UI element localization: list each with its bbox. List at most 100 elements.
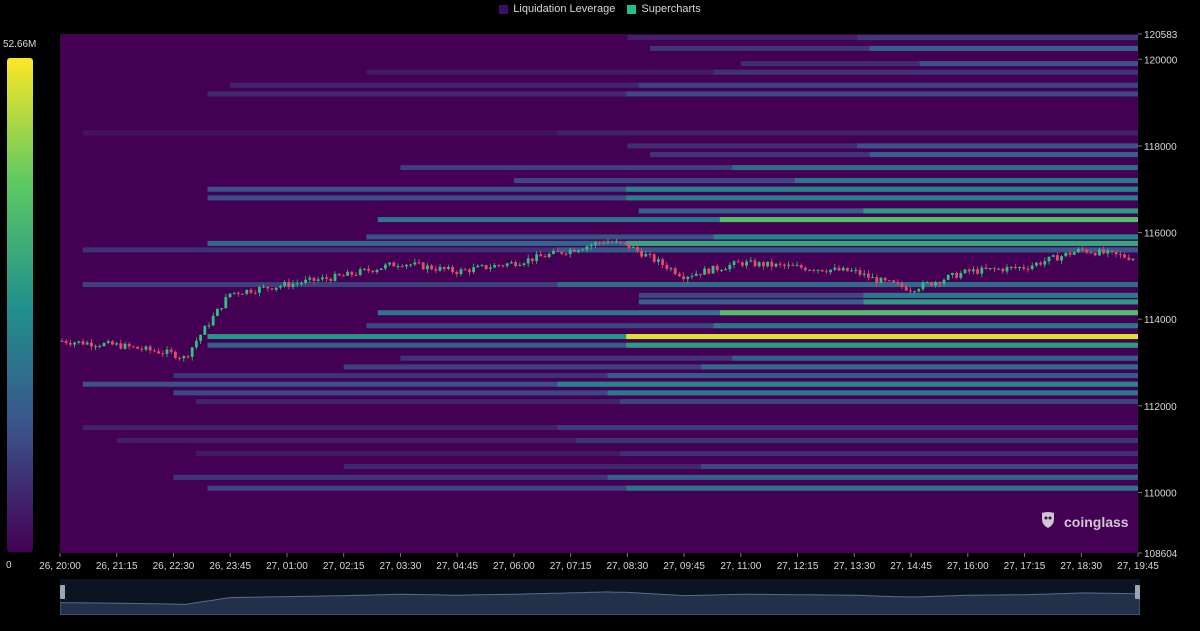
candle-body [148,346,152,351]
candle-body [405,264,408,267]
candle-body [938,282,942,284]
navigator-left-handle[interactable] [60,585,65,599]
candle-body [1089,252,1093,254]
candle-body [1043,261,1047,265]
watermark-text: coinglass [1064,513,1129,530]
y-axis-tick-label: 116000 [1144,229,1177,240]
candle-body [657,259,660,262]
candle-body [610,242,614,244]
candle-body [972,269,975,272]
candle-body [699,273,702,275]
candle-body [409,264,412,266]
candle-body [484,265,488,269]
candle-body [783,264,786,266]
candle-body [342,275,345,277]
candle-body [1005,267,1009,272]
candle-body [1123,254,1126,258]
candle-body [123,343,127,349]
candle-body [480,265,484,267]
candle-body [140,348,144,350]
candle-body [925,282,929,284]
candle-body [715,265,719,271]
candle-body [165,349,169,354]
candle-body [984,267,988,269]
candle-body [379,268,383,270]
x-axis-tick-label: 27, 02:15 [323,561,365,572]
colorbar-gradient [7,58,33,552]
candle-body [497,265,501,267]
y-axis-tick-label: 108604 [1144,549,1178,560]
candle-body [245,289,249,294]
candle-body [669,268,673,270]
candle-body [64,341,68,344]
candle-body [1081,248,1084,250]
heatmap-band-intense [732,355,1138,361]
candle-body [724,269,727,271]
colorbar-min-label: 0 [6,560,12,571]
liquidation-heatmap-chart[interactable]: 52.66M 0 1205831200001180001160001140001… [0,0,1200,631]
candle-body [1060,256,1063,261]
candle-body [636,247,639,251]
candle-body [816,269,820,271]
candle-body [862,273,866,275]
candle-body [694,273,698,276]
time-range-navigator[interactable] [60,579,1140,615]
candle-body [321,277,324,280]
candle-body [883,277,887,281]
candle-body [623,242,627,244]
candle-body [1047,256,1051,262]
candle-body [283,282,286,286]
x-axis-tick-label: 27, 11:00 [720,561,761,572]
candle-body [115,343,118,345]
candle-body [909,290,912,292]
heatmap-band-intense [869,45,1138,51]
y-axis-tick-label: 118000 [1144,142,1177,153]
heatmap-band-intense [919,61,1138,67]
candle-body [1085,249,1089,253]
candle-body [77,341,81,343]
candle-body [526,258,530,264]
heatmap-band-intense [619,399,1138,405]
candle-body [841,267,845,271]
x-axis-tick-label: 27, 08:30 [607,561,649,572]
y-axis-tick-label: 120000 [1144,55,1178,66]
candle-body [993,268,996,270]
candle-body [594,242,597,245]
candle-body [736,261,740,263]
candle-body [892,280,895,283]
candle-body [363,268,366,270]
candle-body [421,262,425,270]
candle-body [98,346,102,348]
candle-body [119,343,123,349]
candle-body [757,262,761,267]
candle-body [430,265,433,270]
x-axis-tick-label: 27, 07:15 [550,561,592,572]
candle-body [934,282,937,286]
candle-body [606,242,610,244]
candle-body [207,325,211,327]
candle-body [518,264,522,266]
candle-body [400,266,404,268]
candle-body [174,351,177,358]
candle-body [644,254,648,257]
candle-body [820,269,824,272]
navigator-right-handle[interactable] [1135,585,1140,599]
candle-body [875,277,879,283]
heatmap-band-intense [713,323,1138,329]
x-axis-tick-label: 27, 12:15 [777,561,819,572]
candle-body [241,293,244,295]
candle-body [274,287,278,290]
candle-body [543,256,547,258]
candle-body [1077,248,1080,253]
candle-body [673,268,677,274]
candle-body [1051,255,1055,257]
candle-body [913,291,916,293]
candle-body [216,308,219,316]
heatmap-band-intense [701,364,1138,370]
candle-body [203,326,207,335]
heatmap-band-intense [607,373,1138,379]
candle-body [224,297,228,309]
heatmap-band-intense [557,130,1138,136]
candle-body [468,269,471,273]
candle-body [258,287,261,293]
